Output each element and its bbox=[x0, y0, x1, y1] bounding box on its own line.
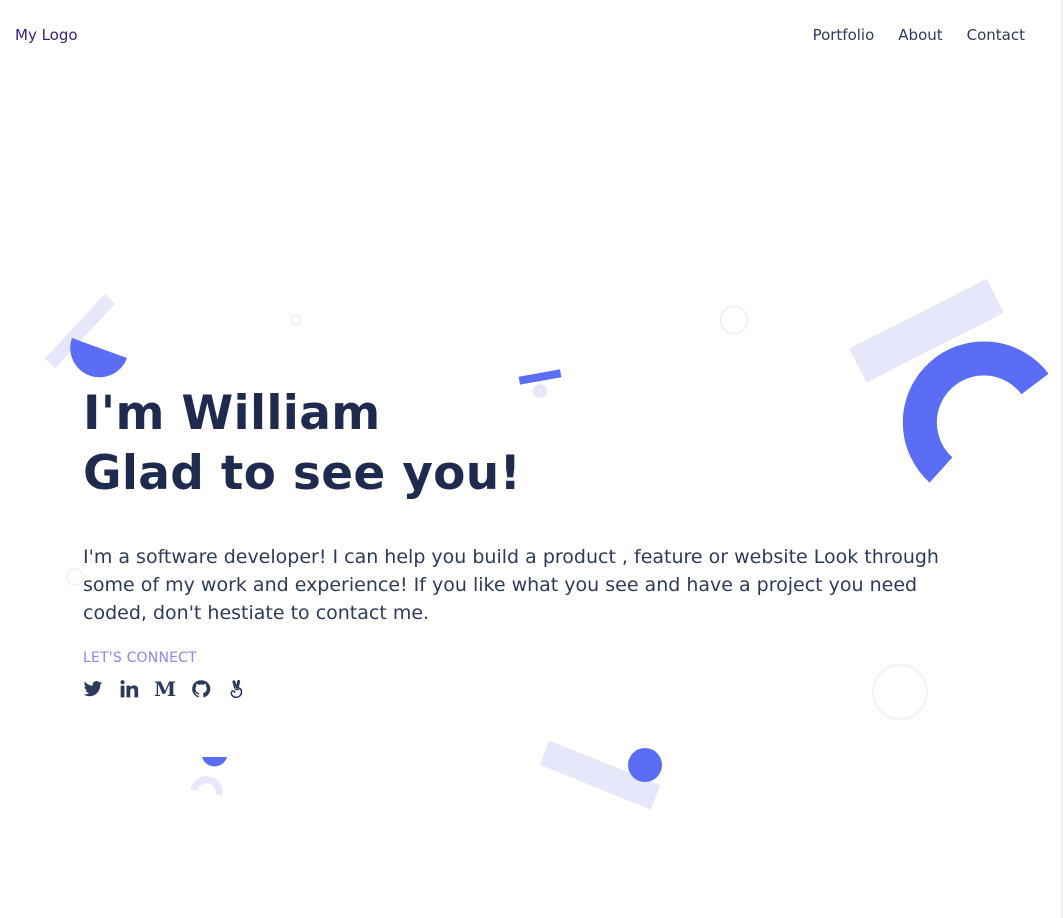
deco-ring-large bbox=[872, 664, 928, 720]
angellist-link[interactable] bbox=[227, 678, 247, 700]
deco-arc-right bbox=[902, 341, 1049, 483]
linkedin-icon bbox=[120, 680, 139, 698]
hero-description: I'm a software developer! I can help you… bbox=[83, 546, 939, 624]
deco-small-dot bbox=[533, 384, 547, 398]
deco-ring-small bbox=[290, 314, 302, 326]
deco-small-bar bbox=[518, 369, 562, 385]
deco-dot-bottom bbox=[628, 748, 662, 782]
hero-title-line-2: Glad to see you! bbox=[83, 446, 522, 501]
social-links: M bbox=[83, 678, 247, 700]
linkedin-link[interactable] bbox=[119, 678, 139, 700]
github-link[interactable] bbox=[191, 678, 211, 700]
page: My Logo Portfolio About Contact I'm Will… bbox=[0, 0, 1063, 918]
angellist-icon bbox=[230, 679, 243, 699]
twitter-icon bbox=[83, 681, 103, 697]
connect-label: LET'S CONNECT bbox=[83, 650, 197, 666]
deco-half-disc-top-left bbox=[70, 338, 127, 378]
hero-title: I'm William Glad to see you! bbox=[83, 384, 521, 504]
deco-arc-bottom bbox=[190, 776, 223, 796]
hero-title-line-1: I'm William bbox=[83, 386, 381, 441]
deco-half-disc-bottom bbox=[202, 757, 227, 767]
twitter-link[interactable] bbox=[83, 678, 103, 700]
medium-link[interactable]: M bbox=[153, 677, 177, 701]
deco-ring-left bbox=[66, 568, 84, 586]
github-icon bbox=[192, 680, 211, 698]
deco-ring-medium bbox=[719, 305, 749, 335]
medium-icon: M bbox=[153, 677, 177, 701]
